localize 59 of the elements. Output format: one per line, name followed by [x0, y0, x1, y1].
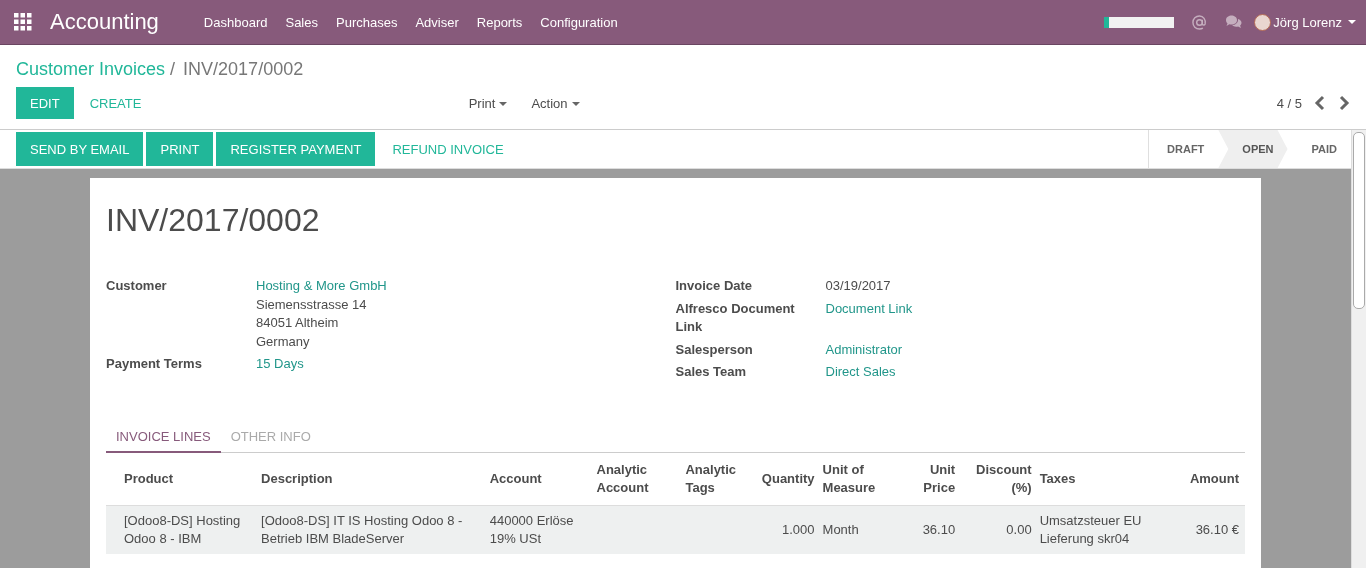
scrollbar[interactable]: [1351, 130, 1366, 568]
table-cell: 36.10: [903, 505, 960, 554]
next-icon[interactable]: [1338, 95, 1350, 111]
field-value: Siemensstrasse 14: [256, 295, 368, 314]
field-label: Invoice Date: [675, 277, 754, 295]
field-label: Salesperson: [675, 340, 754, 359]
field-label: Customer: [106, 277, 168, 295]
mentions-icon[interactable]: [1192, 14, 1208, 30]
column-header[interactable]: Account: [485, 452, 593, 505]
field-label: Sales Team: [675, 363, 748, 381]
menu-item[interactable]: Reports: [467, 14, 532, 30]
column-header[interactable]: Unit of Measure: [818, 452, 904, 505]
column-header[interactable]: Product: [106, 452, 258, 505]
chat-icon[interactable]: [1225, 15, 1243, 29]
tab[interactable]: INVOICE LINES: [106, 421, 221, 453]
field-value: Germany: [256, 332, 311, 351]
user-menu[interactable]: Jörg Lorenz: [1254, 13, 1356, 31]
menu-item[interactable]: Configuration: [531, 14, 627, 30]
column-header[interactable]: Amount: [1185, 452, 1245, 505]
field-value: 03/19/2017: [825, 277, 891, 295]
field-link[interactable]: Direct Sales: [825, 363, 896, 382]
table-cell: Month: [818, 505, 904, 554]
column-header[interactable]: Analytic Tags: [681, 452, 758, 505]
field-link[interactable]: Hosting & More GmbH: [256, 277, 387, 296]
status-stage[interactable]: OPEN: [1218, 130, 1288, 168]
previous-icon[interactable]: [1314, 95, 1326, 111]
breadcrumb-separator: /: [170, 59, 176, 79]
column-header[interactable]: Description: [257, 452, 486, 505]
menu-item[interactable]: Adviser: [406, 14, 468, 30]
field-label: Payment Terms: [106, 355, 203, 373]
field-value: 84051 Altheim: [256, 314, 340, 332]
table-cell: [Odoo8-DS] IT IS Hosting Odoo 8 - Betrieb IBM BladeServer: [257, 505, 486, 554]
table-cell: 36.10 €: [1185, 505, 1245, 554]
menu-item[interactable]: Purchases: [327, 14, 407, 30]
table-cell: 0.00: [959, 505, 1036, 554]
table-cell: 440000 Erlöse 19% USt: [485, 505, 593, 554]
invoice-title: INV/2017/0002: [106, 202, 321, 239]
field-label: Alfresco Document Link: [675, 299, 796, 336]
app-title: Accounting: [50, 9, 159, 35]
field-link[interactable]: 15 Days: [256, 355, 304, 374]
dropdown-button[interactable]: Print: [460, 95, 516, 111]
avatar-icon: [1254, 13, 1272, 31]
column-header[interactable]: Quantity: [757, 452, 819, 505]
field-link[interactable]: Administrator: [825, 340, 903, 359]
progress-bar-icon: [1104, 16, 1175, 28]
apps-grid-icon[interactable]: [14, 13, 32, 31]
field-link[interactable]: Document Link: [825, 299, 913, 318]
menu-item[interactable]: Sales: [276, 14, 327, 30]
column-header[interactable]: Analytic Account: [592, 452, 682, 505]
column-header[interactable]: Unit Price: [903, 452, 960, 505]
pager-counter: 4 / 5: [1276, 95, 1302, 111]
column-header[interactable]: Taxes: [1035, 452, 1186, 505]
menu-item[interactable]: Dashboard: [194, 14, 277, 30]
table-cell: [Odoo8-DS] Hosting Odoo 8 - IBM: [106, 505, 258, 554]
column-header[interactable]: Discount (%): [959, 452, 1036, 505]
breadcrumb-current: INV/2017/0002: [183, 59, 304, 79]
table-cell: Umsatzsteuer EU Lieferung skr04: [1035, 505, 1186, 554]
table-cell: 1.000: [757, 505, 819, 554]
dropdown-button[interactable]: Action: [523, 95, 588, 111]
